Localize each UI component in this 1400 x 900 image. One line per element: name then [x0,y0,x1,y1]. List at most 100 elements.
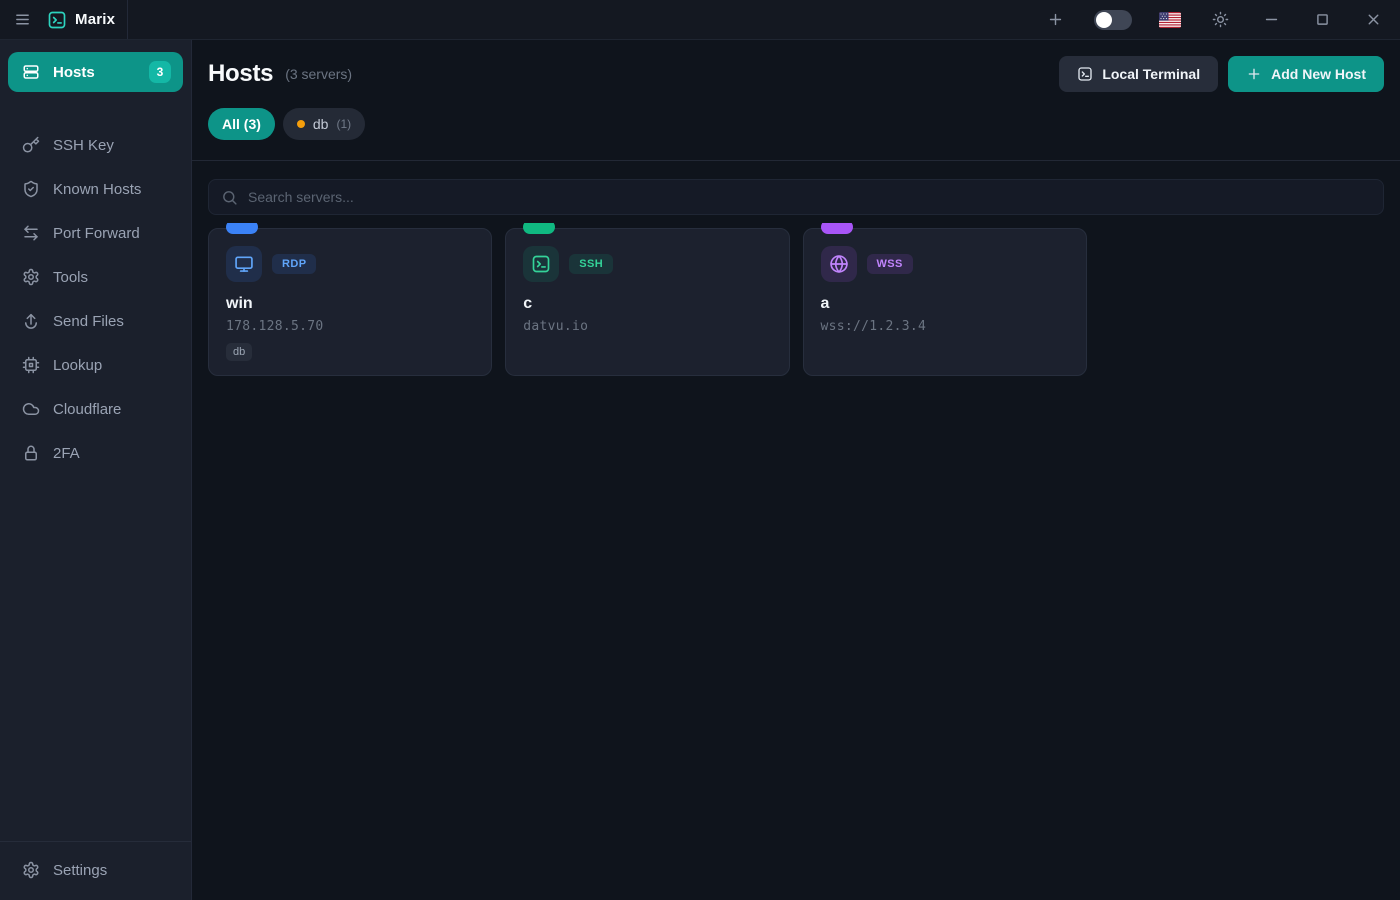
gear-icon [22,268,40,286]
filter-chip-label: db [313,116,329,132]
host-card-win[interactable]: RDP win 178.128.5.70 db [208,228,492,376]
minimize-button[interactable] [1259,8,1283,32]
sidebar-item-hosts[interactable]: Hosts 3 [8,52,183,92]
hamburger-icon [14,11,31,28]
sidebar-item-lookup[interactable]: Lookup [0,343,191,387]
cloud-icon [22,400,40,418]
host-card-c[interactable]: SSH c datvu.io [505,228,789,376]
host-card-header: WSS [821,246,1069,282]
brightness-button[interactable] [1208,8,1232,32]
gear-icon [22,861,40,879]
host-tags: db [226,343,474,361]
main-content: Hosts (3 servers) Local Terminal Add New… [192,40,1400,900]
search-box [208,179,1384,215]
sidebar-item-label: Known Hosts [53,181,141,198]
protocol-badge: SSH [569,254,613,274]
add-new-host-label: Add New Host [1271,66,1366,82]
titlebar: Marix [0,0,1400,40]
host-cards-area: RDP win 178.128.5.70 db SSH c datvu.io WSS a wss:… [208,223,1384,378]
terminal-icon [1077,66,1093,82]
language-flag-icon[interactable] [1159,12,1181,28]
host-name: a [821,295,1069,313]
sidebar-item-port-forward[interactable]: Port Forward [0,211,191,255]
host-card-a[interactable]: WSS a wss://1.2.3.4 [803,228,1087,376]
host-cards-grid: RDP win 178.128.5.70 db SSH c datvu.io WSS a wss:… [208,228,1384,378]
server-count-subtitle: (3 servers) [285,66,352,82]
sidebar-item-send-files[interactable]: Send Files [0,299,191,343]
page-header: Hosts (3 servers) Local Terminal Add New… [192,40,1400,92]
header-actions: Local Terminal Add New Host [1059,56,1384,92]
filter-chip-count: (1) [336,117,351,131]
sidebar-item-label: SSH Key [53,137,114,154]
host-card-header: SSH [523,246,771,282]
upload-icon [22,312,40,330]
host-address: wss://1.2.3.4 [821,319,1069,334]
host-address: datvu.io [523,319,771,334]
plus-icon [1047,11,1064,28]
tag-color-dot [297,120,305,128]
close-icon [1365,11,1382,28]
sidebar-item-label: Lookup [53,357,102,374]
plus-icon [1246,66,1262,82]
sidebar-nav: SSH Key Known Hosts Port Forward Tools Send … [0,123,191,475]
sidebar-item-tools[interactable]: Tools [0,255,191,299]
minimize-icon [1263,11,1280,28]
key-icon [22,136,40,154]
sidebar-item-label: Hosts [53,64,95,81]
host-name: c [523,295,771,313]
sidebar-footer: Settings [0,841,191,900]
app-logo-terminal-icon [47,10,67,30]
page-title: Hosts [208,60,273,88]
filter-chip-all[interactable]: All (3) [208,108,275,140]
filter-chip-db[interactable]: db (1) [283,108,365,140]
titlebar-controls [1043,0,1400,39]
arrows-swap-icon [22,224,40,242]
filter-chips: All (3) db (1) [192,92,1400,140]
host-tag: db [226,343,252,361]
sidebar-item-label: Send Files [53,313,124,330]
sun-icon [1212,11,1229,28]
search-input[interactable] [248,189,1371,205]
protocol-accent-bar [226,223,258,234]
server-icon [22,63,40,81]
globe-icon [821,246,857,282]
titlebar-app-section: Marix [0,0,128,39]
protocol-badge: WSS [867,254,913,274]
sidebar-item-cloudflare[interactable]: Cloudflare [0,387,191,431]
lock-icon [22,444,40,462]
cpu-icon [22,356,40,374]
sidebar-item-known-hosts[interactable]: Known Hosts [0,167,191,211]
sidebar-item-label: Settings [53,862,107,879]
sidebar-item-ssh-key[interactable]: SSH Key [0,123,191,167]
new-tab-button[interactable] [1043,8,1067,32]
filter-chip-label: All (3) [222,116,261,132]
app-title: Marix [75,11,115,28]
local-terminal-button[interactable]: Local Terminal [1059,56,1218,92]
shield-check-icon [22,180,40,198]
sidebar-item-label: Tools [53,269,88,286]
theme-toggle[interactable] [1094,10,1132,30]
menu-button[interactable] [10,8,34,32]
terminal-icon [523,246,559,282]
toggle-knob [1096,12,1112,28]
sidebar-item-label: 2FA [53,445,80,462]
search-icon [221,189,238,206]
close-button[interactable] [1361,8,1385,32]
maximize-button[interactable] [1310,8,1334,32]
local-terminal-label: Local Terminal [1102,66,1200,82]
host-address: 178.128.5.70 [226,319,474,334]
sidebar-item-2fa[interactable]: 2FA [0,431,191,475]
add-new-host-button[interactable]: Add New Host [1228,56,1384,92]
host-card-header: RDP [226,246,474,282]
sidebar-item-settings[interactable]: Settings [0,848,191,892]
protocol-accent-bar [821,223,853,234]
sidebar: Hosts 3 SSH Key Known Hosts Port Forward To… [0,40,192,900]
protocol-accent-bar [523,223,555,234]
monitor-icon [226,246,262,282]
sidebar-item-label: Cloudflare [53,401,121,418]
maximize-icon [1314,11,1331,28]
protocol-badge: RDP [272,254,316,274]
hosts-count-badge: 3 [149,61,171,83]
host-name: win [226,295,474,313]
sidebar-item-label: Port Forward [53,225,140,242]
